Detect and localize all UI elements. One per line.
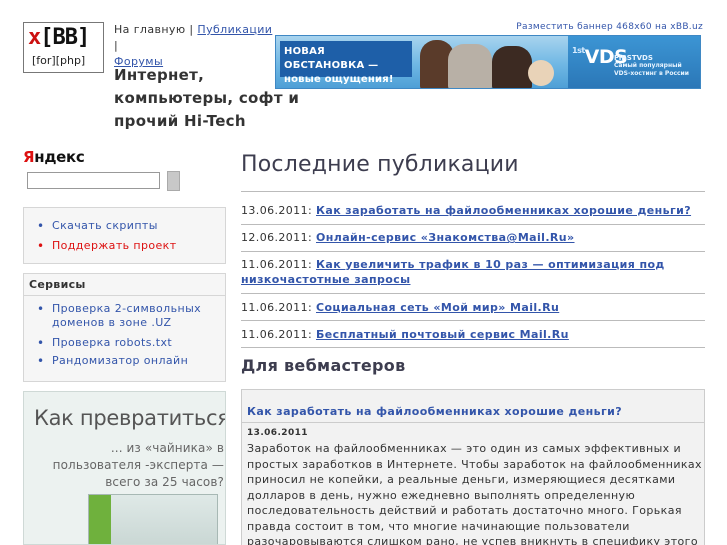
divider	[241, 347, 705, 348]
publication-link[interactable]: Социальная сеть «Мой мир» Mail.Ru	[316, 301, 559, 314]
publication-link[interactable]: Онлайн-сервис «Знакомства@Mail.Ru»	[316, 231, 575, 244]
banner-text: НОВАЯ ОБСТАНОВКА — новые ощущения!	[280, 41, 412, 85]
publication-item: 11.06.2011: Социальная сеть «Мой мир» Ma…	[241, 301, 560, 314]
publication-item: 13.06.2011: Как заработать на файлообмен…	[241, 204, 692, 217]
article-date: 13.06.2011	[247, 428, 308, 438]
services-box: Сервисы Проверка 2-символьных доменов в …	[23, 273, 226, 382]
search-button[interactable]	[167, 171, 180, 191]
article-header: Как заработать на файлообменниках хороши…	[242, 390, 704, 423]
divider	[241, 191, 705, 192]
search-input[interactable]	[27, 172, 160, 189]
publication-link[interactable]: Бесплатный почтовый сервис Mail.Ru	[316, 328, 569, 341]
list-item[interactable]: Поддержать проект	[24, 236, 225, 256]
list-item[interactable]: Рандомизатор онлайн	[24, 352, 225, 370]
sidebar-ad[interactable]: Как превратиться... ... из «чайника» в п…	[23, 391, 226, 545]
publication-item: 12.06.2011: Онлайн-сервис «Знакомства@Ma…	[241, 231, 575, 244]
banner-brand-subtitle: FIRSTVDS Самый популярный VDS-хостинг в Р…	[614, 54, 689, 77]
services-title: Сервисы	[24, 274, 225, 296]
yandex-logo: Яндекс	[23, 148, 85, 166]
ad-product-image	[88, 494, 218, 544]
service-domain-check-link[interactable]: Проверка 2-символьных доменов в зоне .UZ	[52, 302, 201, 329]
publication-item: 11.06.2011: Как увеличить трафик в 10 ра…	[241, 258, 665, 286]
list-item[interactable]: Проверка 2-символьных доменов в зоне .UZ	[24, 302, 225, 330]
top-navigation: На главную | Публикации | Форумы	[114, 22, 274, 70]
support-project-link[interactable]: Поддержать проект	[52, 239, 177, 252]
list-item[interactable]: Проверка robots.txt	[24, 334, 225, 352]
download-scripts-link[interactable]: Скачать скрипты	[52, 219, 158, 232]
quick-links-box: Скачать скрипты Поддержать проект	[23, 207, 226, 264]
logo-wordmark: x[BB]	[28, 25, 90, 50]
article-title-link[interactable]: Как заработать на файлообменниках хороши…	[247, 405, 622, 418]
place-banner-link[interactable]: Разместить баннер 468x60 на xBB.uz	[516, 22, 703, 32]
logo-subtitle: [for][php]	[32, 54, 86, 67]
nav-separator: |	[185, 23, 198, 36]
divider	[241, 251, 705, 252]
page-title: Последние публикации	[241, 152, 519, 177]
article-card: Как заработать на файлообменниках хороши…	[241, 389, 705, 545]
section-heading: Для вебмастеров	[241, 356, 406, 375]
ad-subtitle: ... из «чайника» в пользователя -эксперт…	[52, 441, 224, 489]
nav-separator: |	[114, 39, 119, 52]
publication-item: 11.06.2011: Бесплатный почтовый сервис M…	[241, 328, 569, 341]
site-logo[interactable]: x[BB] [for][php]	[23, 22, 104, 73]
service-randomizer-link[interactable]: Рандомизатор онлайн	[52, 354, 188, 367]
nav-publications-link[interactable]: Публикации	[197, 23, 272, 36]
banner-illustration	[416, 38, 556, 88]
article-body: Заработок на файлообменниках — это один …	[247, 442, 702, 545]
nav-home-link[interactable]: На главную	[114, 23, 186, 36]
publication-link[interactable]: Как заработать на файлообменниках хороши…	[316, 204, 691, 217]
ad-banner[interactable]: НОВАЯ ОБСТАНОВКА — новые ощущения! 1stVD…	[275, 35, 701, 89]
divider	[241, 224, 705, 225]
service-robots-link[interactable]: Проверка robots.txt	[52, 336, 172, 349]
list-item[interactable]: Скачать скрипты	[24, 216, 225, 236]
ad-title: Как превратиться...	[34, 406, 225, 430]
divider	[241, 320, 705, 321]
divider	[241, 293, 705, 294]
